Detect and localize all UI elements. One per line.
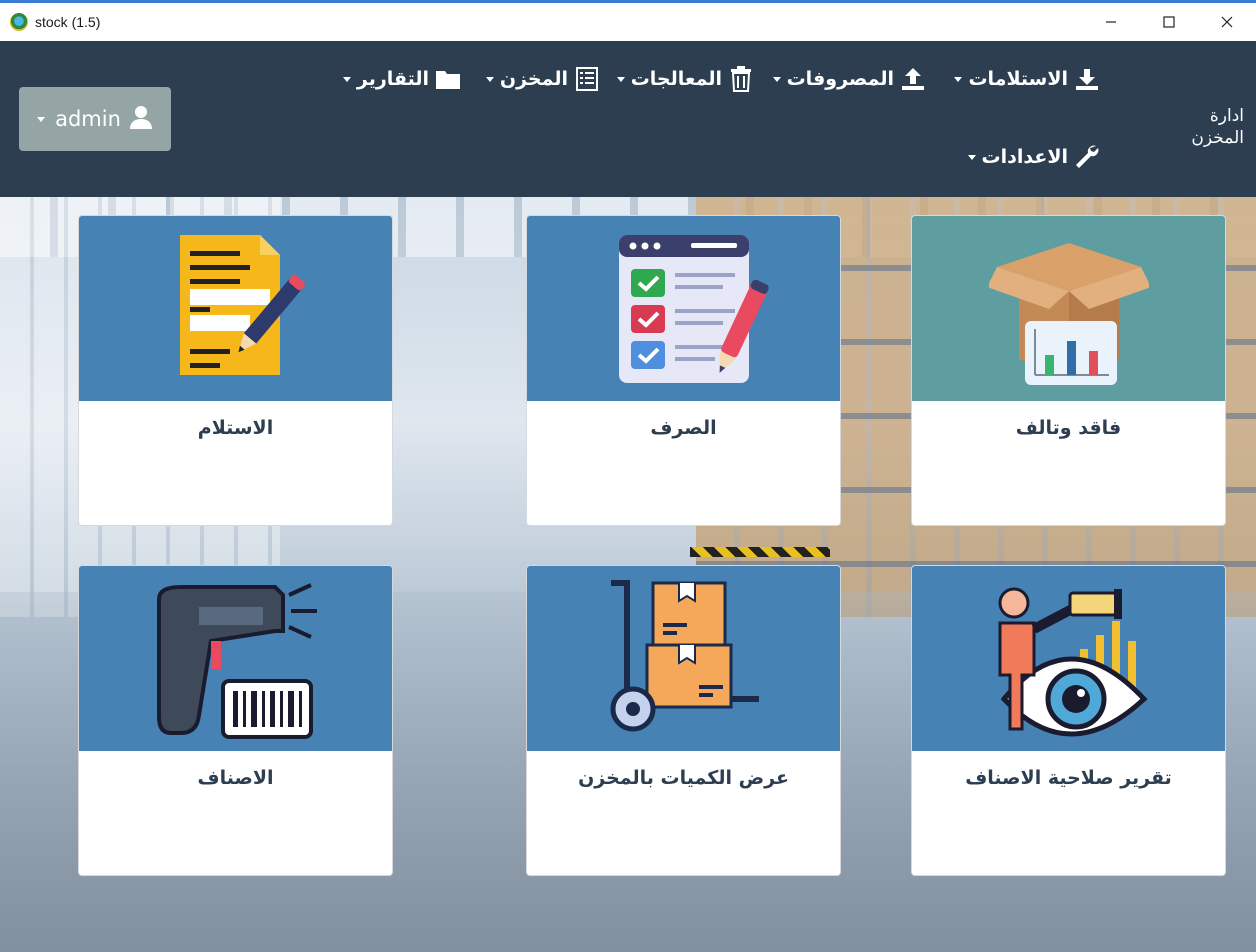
- card-items-title: الاصناف: [197, 767, 274, 789]
- card-receipt-title: الاستلام: [197, 417, 274, 439]
- window-titlebar: stock (1.5): [0, 0, 1256, 41]
- wrench-icon: [1074, 144, 1100, 170]
- card-expiry-report[interactable]: تقرير صلاحية الاصناف: [911, 565, 1226, 876]
- maximize-icon: [1163, 16, 1175, 28]
- nav-reports-label: التقارير: [356, 68, 429, 90]
- folder-icon: [435, 66, 461, 92]
- checklist-icon: [618, 234, 769, 383]
- hand-truck-boxes-icon: [610, 579, 759, 731]
- card-damaged[interactable]: فاقد وتالف: [911, 215, 1226, 526]
- card-disbursement[interactable]: الصرف: [526, 215, 841, 526]
- nav-processing[interactable]: المعالجات: [616, 64, 754, 94]
- card-items[interactable]: الاصناف: [78, 565, 393, 876]
- list-icon: [574, 66, 600, 92]
- nav-settings[interactable]: الاعدادات: [967, 142, 1100, 172]
- user-menu-button[interactable]: admin: [19, 87, 171, 151]
- minimize-button[interactable]: [1082, 3, 1140, 41]
- nav-reports[interactable]: التقارير: [342, 64, 461, 94]
- nav-receipts[interactable]: الاستلامات: [954, 64, 1100, 94]
- card-items-image: [79, 566, 392, 751]
- card-receipt-image: [79, 216, 392, 401]
- nav-receipts-label: الاستلامات: [968, 68, 1068, 90]
- card-receipt[interactable]: الاستلام: [78, 215, 393, 526]
- card-disbursement-image: [527, 216, 840, 401]
- spyglass-eye-icon: [998, 587, 1148, 736]
- user-menu-label: admin: [55, 107, 121, 131]
- window-controls: [1082, 3, 1256, 41]
- nav-warehouse-label: المخزن: [499, 68, 568, 90]
- main-navbar: ادارة المخزن الاستلامات المصروفات المعال…: [0, 41, 1256, 197]
- card-damaged-image: [912, 216, 1225, 401]
- upload-icon: [900, 66, 926, 92]
- chevron-down-icon: [485, 76, 494, 82]
- minimize-icon: [1106, 21, 1116, 23]
- chevron-down-icon: [342, 76, 351, 82]
- card-damaged-title: فاقد وتالف: [1015, 417, 1122, 439]
- card-stock-quantities-title: عرض الكميات بالمخزن: [578, 767, 789, 789]
- barcode-scanner-icon: [156, 582, 317, 739]
- nav-warehouse[interactable]: المخزن: [485, 64, 600, 94]
- card-stock-quantities[interactable]: عرض الكميات بالمخزن: [526, 565, 841, 876]
- maximize-button[interactable]: [1140, 3, 1198, 41]
- close-icon: [1221, 16, 1233, 28]
- user-icon: [129, 105, 153, 134]
- card-expiry-report-title: تقرير صلاحية الاصناف: [965, 767, 1172, 789]
- nav-expenses[interactable]: المصروفات: [772, 64, 926, 94]
- chevron-down-icon: [967, 154, 976, 160]
- card-disbursement-title: الصرف: [650, 417, 717, 439]
- document-pencil-icon: [179, 234, 305, 375]
- damaged-box-chart-icon: [988, 242, 1149, 385]
- trash-icon: [728, 66, 754, 92]
- brand-title[interactable]: ادارة المخزن: [1184, 105, 1244, 149]
- nav-expenses-label: المصروفات: [786, 68, 894, 90]
- nav-settings-label: الاعدادات: [981, 146, 1068, 168]
- download-icon: [1074, 66, 1100, 92]
- chevron-down-icon: [772, 76, 781, 82]
- card-stock-quantities-image: [527, 566, 840, 751]
- chevron-down-icon: [37, 116, 46, 122]
- nav-processing-label: المعالجات: [630, 68, 722, 90]
- chevron-down-icon: [616, 76, 625, 82]
- chevron-down-icon: [954, 76, 963, 82]
- card-expiry-report-image: [912, 566, 1225, 751]
- window-title: stock (1.5): [35, 14, 101, 30]
- app-icon: [10, 13, 28, 31]
- close-button[interactable]: [1198, 3, 1256, 41]
